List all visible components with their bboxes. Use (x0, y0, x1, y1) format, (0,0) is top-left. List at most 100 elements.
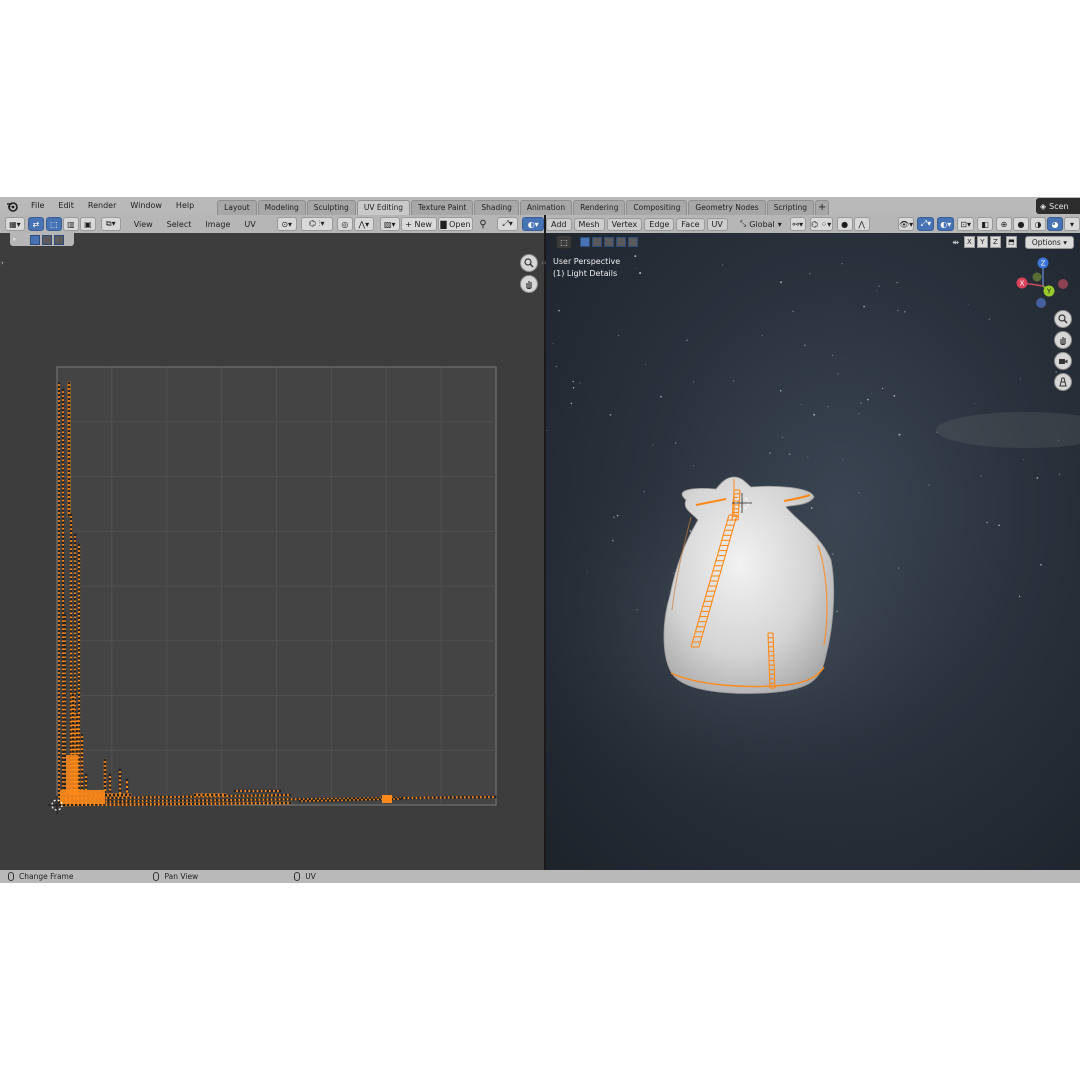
mirror-icon[interactable]: ⇹ (952, 238, 959, 247)
uv-pan-icon[interactable] (520, 275, 538, 293)
overlay-toggle-icon[interactable]: ◐▾ (522, 217, 544, 231)
visibility-icon[interactable]: 👁▾ (897, 217, 915, 231)
menu-image[interactable]: Image (198, 220, 237, 229)
vp-select-extend-icon[interactable] (592, 237, 602, 247)
face-select-icon[interactable]: ▣ (79, 217, 96, 231)
viewport-falloff-icon[interactable]: ⋀ (853, 217, 870, 231)
vp-select-invert-icon[interactable] (616, 237, 626, 247)
camera-view-icon[interactable] (1054, 352, 1072, 370)
3d-viewport: Z X Y Add Mesh Vertex Edge Face UV ⤡ Glo… (546, 215, 1080, 870)
image-browse-icon[interactable]: ▨▾ (379, 217, 400, 231)
open-image-button[interactable]: ▇ Open (437, 217, 474, 231)
sidebar-collapse-icon[interactable]: › (1, 259, 4, 267)
transform-orientation-dropdown[interactable]: ⤡ Global ▾ (740, 219, 782, 229)
gizmo-z-label: Z (1041, 260, 1046, 268)
viewport-overlay-icon[interactable]: ◐▾ (937, 217, 955, 231)
viewport-gizmo-icon[interactable]: ⤢▾ (917, 217, 935, 231)
options-dropdown[interactable]: Options ▾ (1024, 235, 1074, 249)
viewport-proportional-icon[interactable]: ● (836, 217, 853, 231)
shading-options-icon[interactable]: ▾ (1064, 217, 1080, 231)
menu-vertex[interactable]: Vertex (606, 217, 643, 231)
tab-geometry-nodes[interactable]: Geometry Nodes (688, 200, 766, 215)
menu-view[interactable]: View (127, 220, 160, 229)
tab-modeling[interactable]: Modeling (257, 200, 306, 215)
viewport-snap-icon[interactable]: ⌬ ⁘▾ (809, 217, 833, 231)
tab-rendering[interactable]: Rendering (573, 200, 626, 215)
tab-texture-paint[interactable]: Texture Paint (410, 200, 474, 215)
vertex-select-icon[interactable]: ⬚ (45, 217, 62, 231)
chevron-down-icon: ▾ (777, 219, 782, 229)
mirror-x-button[interactable]: X (963, 236, 975, 248)
new-image-button[interactable]: + New (400, 217, 437, 231)
gizmo-y-label: Y (1046, 288, 1052, 296)
xray-icon[interactable]: ◧ (977, 217, 994, 231)
status-change-frame-label: Change Frame (19, 872, 74, 881)
options-label: Options (1031, 237, 1061, 247)
select-subtract-icon[interactable] (54, 234, 64, 245)
add-workspace-button[interactable]: + (815, 200, 830, 215)
viewport-select-mode-bar: ⬚ (556, 235, 638, 249)
perspective-toggle-icon[interactable] (1054, 373, 1072, 391)
menu-render[interactable]: Render (81, 197, 123, 215)
mesh-edit-overlay-icon[interactable]: ⊡▾ (957, 217, 975, 231)
shading-material-icon[interactable]: ◑ (1030, 217, 1047, 231)
sticky-select-icon[interactable]: ⧉▾ (100, 217, 121, 231)
editor-type-icon[interactable]: ▦▾ (5, 217, 25, 231)
shading-solid-icon[interactable]: ● (1013, 217, 1030, 231)
menu-uv-viewport[interactable]: UV (706, 217, 728, 231)
pin-icon[interactable]: ⚲ (479, 219, 486, 230)
menu-add[interactable]: Add (546, 217, 572, 231)
menu-file[interactable]: File (24, 197, 51, 215)
viewport-info-overlay: User Perspective (1) Light Details (553, 256, 620, 280)
tab-compositing[interactable]: Compositing (626, 200, 688, 215)
menu-mesh[interactable]: Mesh (573, 217, 605, 231)
uv-editor-header: ▦▾ ⇄ ⬚ ▥ ▣ ⧉▾ View Select Image UV ⊙▾ ⌬ … (0, 215, 544, 233)
menu-edit[interactable]: Edit (51, 197, 81, 215)
snap-icon[interactable]: ⌬ ⫶▾ (300, 217, 333, 231)
menu-face[interactable]: Face (676, 217, 705, 231)
vp-select-subtract-icon[interactable] (604, 237, 614, 247)
tab-shading[interactable]: Shading (474, 200, 519, 215)
blender-window: File Edit Render Window Help Layout Mode… (0, 197, 1080, 883)
scene-selector[interactable]: ◈ Scen (1036, 198, 1080, 214)
shading-wire-icon[interactable]: ⊕ (996, 217, 1013, 231)
tab-layout[interactable]: Layout (217, 200, 257, 215)
menu-edge[interactable]: Edge (644, 217, 675, 231)
pivot-point-icon[interactable]: ⚯▾ (789, 217, 806, 231)
orientation-icon: ⤡ (739, 219, 747, 228)
pivot-icon[interactable]: ⊙▾ (276, 217, 297, 231)
shading-rendered-icon[interactable]: ◕ (1047, 217, 1064, 231)
vp-select-intersect-icon[interactable] (628, 237, 638, 247)
gizmo-toggle-icon[interactable]: ⤢▾ (496, 217, 519, 231)
uv-canvas[interactable] (0, 215, 544, 870)
tab-animation[interactable]: Animation (519, 200, 573, 215)
tab-scripting[interactable]: Scripting (766, 200, 815, 215)
menu-help[interactable]: Help (169, 197, 201, 215)
menu-uv[interactable]: UV (237, 220, 262, 229)
tab-sculpting[interactable]: Sculpting (306, 200, 356, 215)
proportional-edit-icon[interactable]: ◎ (336, 217, 353, 231)
falloff-icon[interactable]: ⋀▾ (353, 217, 374, 231)
uv-zoom-icon[interactable] (520, 254, 538, 272)
menu-window[interactable]: Window (123, 197, 169, 215)
toolbar-expand-icon[interactable]: ▸ (13, 235, 17, 243)
mouse-right-icon (294, 872, 301, 881)
uv-sync-icon[interactable]: ⇄ (27, 217, 44, 231)
scene-icon: ◈ (1040, 201, 1047, 211)
vp-select-box-icon[interactable] (580, 237, 590, 247)
tab-uv-editing[interactable]: UV Editing (356, 200, 410, 215)
edge-select-icon[interactable]: ▥ (62, 217, 79, 231)
status-pan-view: Pan View (153, 872, 198, 881)
viewport-zoom-icon[interactable] (1054, 310, 1072, 328)
mirror-z-button[interactable]: Z (989, 236, 1001, 248)
mirror-y-button[interactable]: Y (976, 236, 988, 248)
menu-select[interactable]: Select (160, 220, 199, 229)
viewport-options-row: ⇹ X Y Z ⬒ Options ▾ (952, 235, 1074, 249)
select-extend-icon[interactable] (42, 234, 52, 245)
select-tool-icon[interactable]: ⬚ (556, 235, 572, 249)
select-box-icon[interactable] (30, 234, 40, 245)
blender-logo-icon[interactable] (4, 198, 20, 214)
viewport-pan-icon[interactable] (1054, 331, 1072, 349)
topology-mirror-icon[interactable]: ⬒ (1005, 236, 1017, 248)
viewport-canvas[interactable]: Z X Y (546, 215, 1080, 870)
